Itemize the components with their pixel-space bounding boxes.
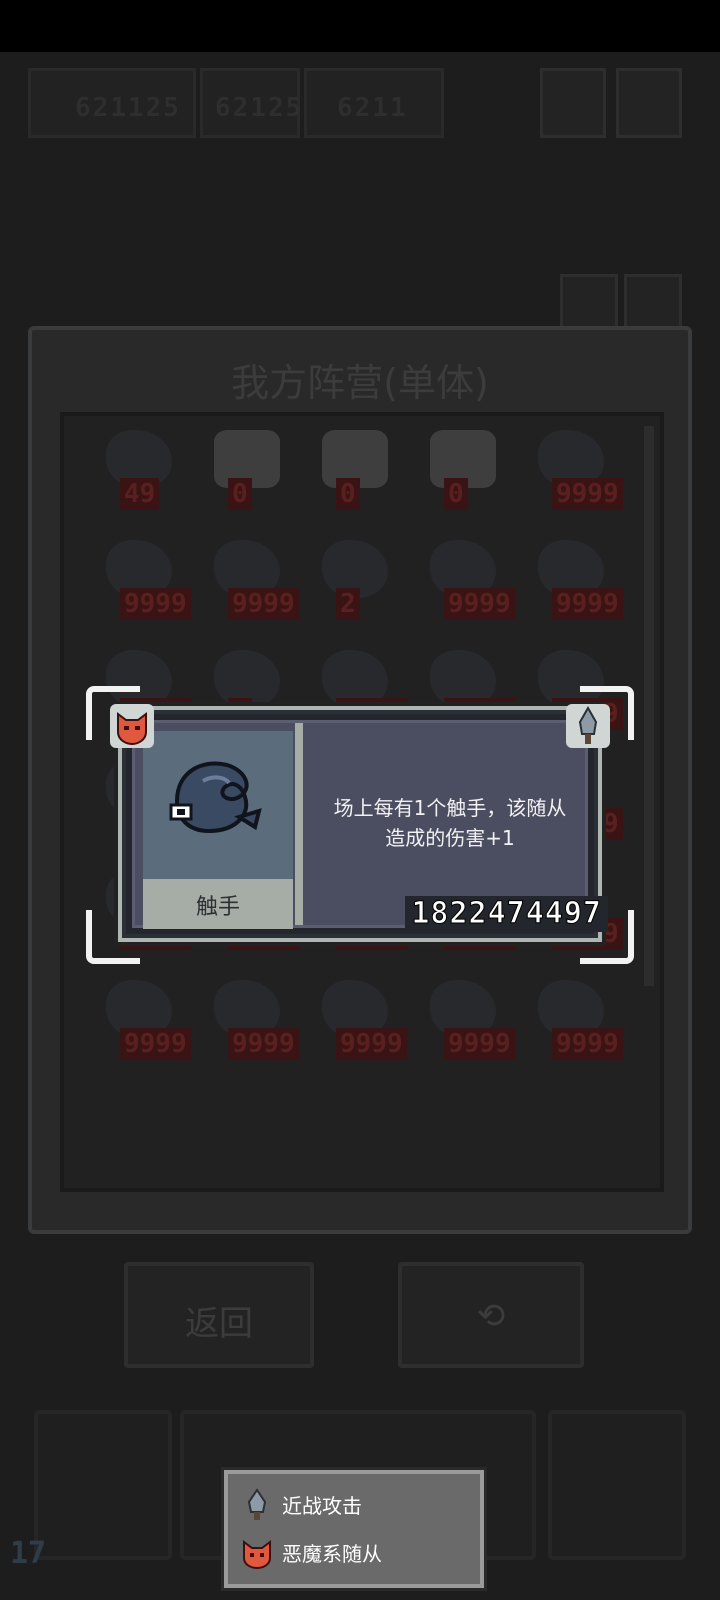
unit-count: 9999 [228, 1028, 299, 1060]
unit-count: 9999 [552, 1028, 623, 1060]
home-button[interactable] [560, 274, 618, 330]
unit-count: 9999 [444, 1028, 515, 1060]
unit-count: 0 [336, 478, 360, 510]
grid-scrollbar[interactable] [644, 426, 654, 986]
unit-portrait [143, 731, 293, 879]
refresh-button[interactable]: ⟲ [398, 1262, 584, 1368]
menu-button[interactable] [540, 68, 606, 138]
settings-button[interactable] [616, 68, 682, 138]
unit-slot[interactable]: 9999 [530, 426, 623, 516]
refresh-icon: ⟲ [476, 1296, 506, 1336]
unit-slot[interactable]: 2 [314, 536, 406, 626]
melee-sword-icon[interactable] [566, 704, 610, 748]
resource-box-2: 62125 [200, 68, 304, 138]
legend-label-demon: 恶魔系随从 [282, 1542, 382, 1566]
unit-count: 0 [228, 478, 252, 510]
unit-power: 1822474497 [405, 896, 608, 932]
panel-title: 我方阵营(单体) [231, 361, 489, 405]
unit-detail-card: 触手 场上每有1个触手，该随从 造成的伤害+1 1822474497 [118, 706, 608, 942]
resource-box-3: 6211 [304, 68, 444, 138]
back-button-label: 返回 [185, 1304, 253, 1344]
unit-slot[interactable]: 9999 [422, 536, 515, 626]
unit-slot[interactable]: 9999 [98, 536, 191, 626]
unit-slot[interactable]: 0 [206, 426, 298, 516]
info-button[interactable] [624, 274, 682, 330]
icon-legend: 近战攻击 恶魔系随从 [224, 1470, 484, 1588]
unit-count: 9999 [120, 588, 191, 620]
legend-label-melee: 近战攻击 [282, 1494, 362, 1518]
unit-slot[interactable]: 9999 [314, 976, 407, 1066]
description-line-1: 场上每有1个触手，该随从 [333, 796, 567, 820]
back-button[interactable]: 返回 [124, 1262, 314, 1368]
unit-slot[interactable]: 49 [98, 426, 190, 516]
unit-count: 9999 [552, 478, 623, 510]
card-divider [295, 723, 303, 925]
unit-count: 9999 [336, 1028, 407, 1060]
unit-slot[interactable]: 9999 [98, 976, 191, 1066]
unit-count: 9999 [120, 1028, 191, 1060]
tentacle-icon [169, 761, 262, 834]
unit-name-plate: 触手 [143, 879, 293, 929]
unit-slot[interactable]: 9999 [206, 976, 299, 1066]
unit-slot[interactable]: 9999 [530, 976, 623, 1066]
tab-battle[interactable] [34, 1410, 172, 1560]
melee-sword-icon [247, 1488, 267, 1520]
resource-box-1: 621125 [28, 68, 196, 138]
unit-count: 9999 [552, 588, 623, 620]
unit-count: 0 [444, 478, 468, 510]
description-line-2: 造成的伤害+1 [385, 826, 515, 850]
unit-count: 2 [336, 588, 360, 620]
unit-count: 49 [120, 478, 160, 510]
resource-value-1: 621125 [75, 93, 181, 123]
resource-value-3: 6211 [337, 93, 408, 123]
unit-name: 触手 [195, 895, 240, 920]
unit-slot[interactable]: 9999 [422, 976, 515, 1066]
status-bar [0, 0, 720, 52]
demon-mask-icon [243, 1540, 271, 1570]
unit-description: 场上每有1个触手，该随从 造成的伤害+1 [315, 793, 585, 853]
unit-slot[interactable]: 0 [314, 426, 406, 516]
unit-count: 9999 [444, 588, 515, 620]
unit-slot[interactable]: 9999 [206, 536, 299, 626]
unit-count: 9999 [228, 588, 299, 620]
demon-mask-icon[interactable] [110, 704, 154, 748]
unit-slot[interactable]: 9999 [530, 536, 623, 626]
resource-value-2: 62125 [215, 93, 304, 123]
unit-slot[interactable]: 0 [422, 426, 514, 516]
tab-profile[interactable] [548, 1410, 686, 1560]
level-number: 17 [10, 1536, 47, 1571]
